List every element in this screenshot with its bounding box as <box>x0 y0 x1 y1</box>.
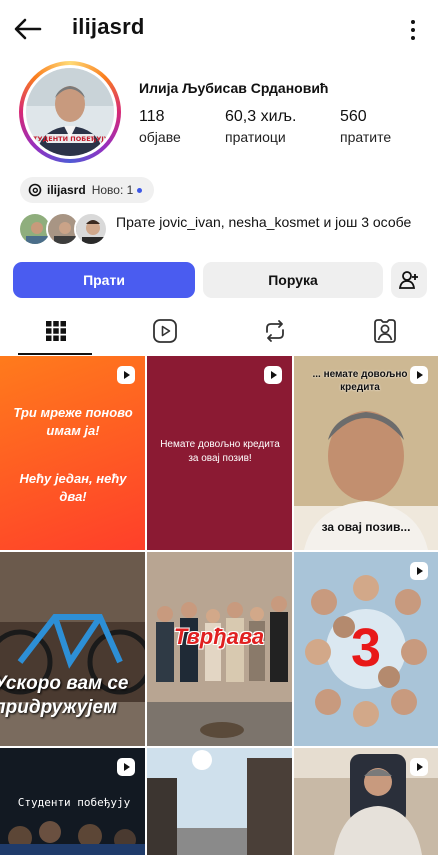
post-tile[interactable]: Три мреже поново имам ја! Нећу један, не… <box>0 356 145 550</box>
reel-icon <box>117 366 135 384</box>
post-tile[interactable]: Студенти побеђују <box>0 748 145 855</box>
tab-reposts[interactable] <box>229 308 321 354</box>
tab-tagged[interactable] <box>339 308 431 354</box>
stat-following[interactable]: 560 пратите <box>340 108 391 145</box>
post-tile[interactable] <box>294 748 438 855</box>
tab-reels[interactable] <box>119 308 211 354</box>
suggest-users-button[interactable] <box>391 262 427 298</box>
stat-posts[interactable]: 118 објаве <box>139 108 181 145</box>
post-text: Немате довољно кредита за овај позив! <box>160 439 280 464</box>
reel-icon <box>117 758 135 776</box>
reels-icon <box>153 319 177 343</box>
add-user-icon <box>398 271 418 289</box>
reposts-icon <box>266 320 284 342</box>
posts-label: објаве <box>139 129 181 145</box>
post-text: Нећу један, нећу два! <box>19 471 127 504</box>
post-text: ... немате довољно кредита <box>312 369 408 393</box>
post-text: Тврђава <box>173 624 265 649</box>
profile-username: ilijasrd <box>72 14 145 39</box>
threads-new-count: Ново: 1 <box>91 183 134 197</box>
reel-icon <box>410 366 428 384</box>
threads-badge[interactable]: ilijasrd Ново: 1 <box>20 177 154 203</box>
posts-count: 118 <box>139 108 165 125</box>
reel-icon <box>264 366 282 384</box>
arrow-left-icon[interactable] <box>12 14 44 44</box>
more-vertical-icon[interactable] <box>408 18 418 42</box>
mutual-avatar <box>74 212 108 246</box>
followed-names: jovic_ivan, nesha_kosmet <box>159 214 320 230</box>
tagged-icon <box>374 319 396 343</box>
followed-prefix: Прате <box>116 214 160 230</box>
posts-grid: Три мреже поново имам ја! Нећу један, не… <box>0 356 438 855</box>
active-tab-indicator <box>18 353 92 355</box>
post-text: Ускоро вам се придружујем <box>0 673 129 718</box>
followers-count: 60,3 хиљ. <box>225 108 297 125</box>
reel-icon <box>410 562 428 580</box>
tab-posts-grid[interactable] <box>10 308 102 354</box>
top-bar: ilijasrd <box>0 0 438 58</box>
full-name: Илија Љубисав Срдановић <box>139 80 329 96</box>
followers-label: пратиоци <box>225 129 286 145</box>
post-text: 3 <box>350 618 382 678</box>
message-button[interactable]: Порука <box>203 262 383 298</box>
post-tile[interactable]: Немате довољно кредита за овај позив! <box>147 356 292 550</box>
follow-button[interactable]: Прати <box>13 262 195 298</box>
threads-icon <box>28 183 42 197</box>
post-tile[interactable]: ... немате довољно кредита за овај позив… <box>294 356 438 550</box>
new-dot <box>137 187 143 193</box>
post-text: Три мреже поново имам ја! <box>13 405 133 438</box>
followed-suffix: и још 3 особе <box>319 214 412 230</box>
avatar: СТУДЕНТИ ПОБЕЂУЈУ! <box>26 68 114 156</box>
post-tile[interactable]: 3 <box>294 552 438 746</box>
reel-icon <box>410 758 428 776</box>
post-text: Студенти побеђују <box>17 796 131 809</box>
post-photo <box>147 748 292 855</box>
post-text: за овај позив... <box>321 520 411 534</box>
avatar-caption: СТУДЕНТИ ПОБЕЂУЈУ! <box>28 135 112 143</box>
threads-handle: ilijasrd <box>47 183 86 197</box>
post-tile[interactable]: Тврђава <box>147 552 292 746</box>
mutual-followers-avatars[interactable] <box>18 212 110 248</box>
following-label: пратите <box>340 129 392 145</box>
followed-by-text[interactable]: Прате jovic_ivan, nesha_kosmet и још 3 о… <box>116 213 416 231</box>
following-count: 560 <box>340 108 367 125</box>
profile-tabs <box>0 308 438 356</box>
grid-icon <box>46 321 66 341</box>
post-tile[interactable] <box>147 748 292 855</box>
story-ring[interactable]: СТУДЕНТИ ПОБЕЂУЈУ! <box>19 61 121 163</box>
stat-followers[interactable]: 60,3 хиљ. пратиоци <box>225 108 296 145</box>
post-tile[interactable]: Ускоро вам се придружујем <box>0 552 145 746</box>
